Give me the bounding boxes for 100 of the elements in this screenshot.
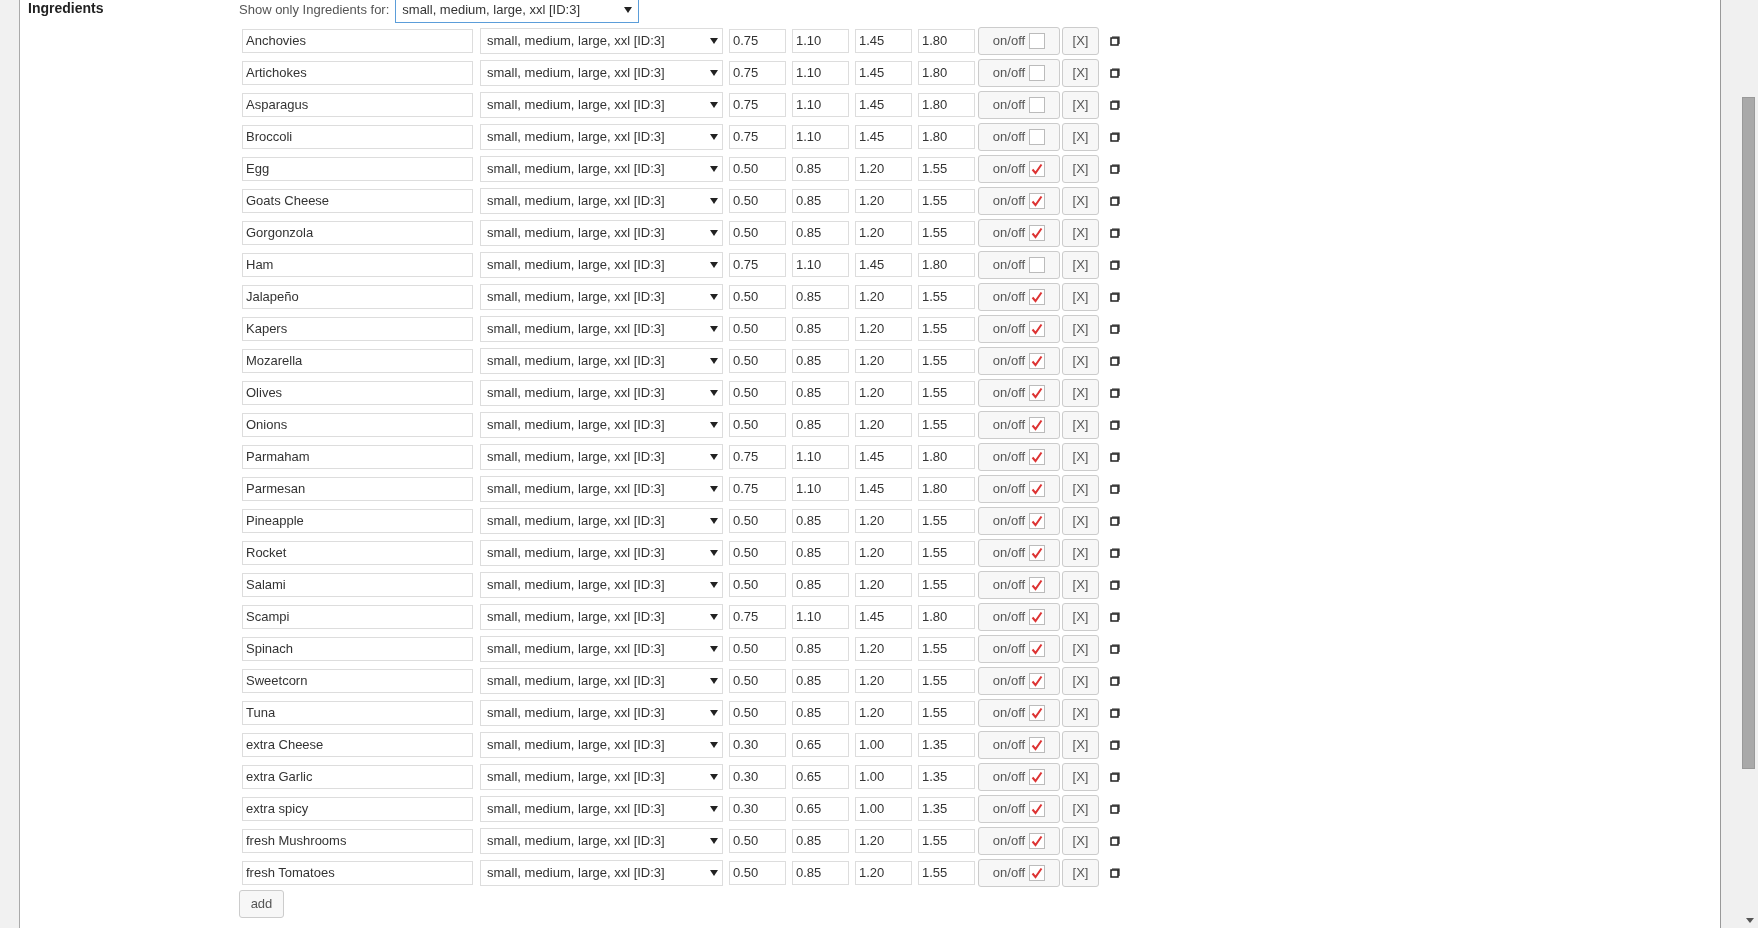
price-field[interactable]: 0.85 [792,221,849,245]
checkbox[interactable] [1029,545,1046,561]
size-select[interactable]: small, medium, large, xxl [ID:3] [480,316,723,342]
price-field[interactable]: 1.55 [918,541,975,565]
checkbox[interactable] [1029,193,1046,209]
checkbox[interactable] [1029,673,1046,689]
on-off-button[interactable]: on/off [978,859,1060,887]
price-field[interactable]: 1.35 [918,797,975,821]
price-field[interactable]: 0.75 [729,29,786,53]
copy-icon[interactable] [1110,292,1120,302]
price-field[interactable]: 1.10 [792,61,849,85]
size-select[interactable]: small, medium, large, xxl [ID:3] [480,604,723,630]
remove-button[interactable]: [X] [1062,27,1099,55]
price-field[interactable]: 1.10 [792,605,849,629]
price-field[interactable]: 1.20 [855,509,912,533]
price-field[interactable]: 0.85 [792,381,849,405]
copy-icon[interactable] [1110,228,1120,238]
on-off-button[interactable]: on/off [978,187,1060,215]
copy-icon[interactable] [1110,516,1120,526]
price-field[interactable]: 1.80 [918,93,975,117]
price-field[interactable]: 1.45 [855,29,912,53]
price-field[interactable]: 1.55 [918,413,975,437]
remove-button[interactable]: [X] [1062,123,1099,151]
checkbox[interactable] [1029,801,1046,817]
name-field[interactable]: Olives [242,381,473,405]
price-field[interactable]: 1.80 [918,445,975,469]
size-select[interactable]: small, medium, large, xxl [ID:3] [480,444,723,470]
copy-icon[interactable] [1110,452,1120,462]
price-field[interactable]: 0.30 [729,765,786,789]
add-button[interactable]: add [239,890,284,918]
size-select[interactable]: small, medium, large, xxl [ID:3] [480,572,723,598]
price-field[interactable]: 1.20 [855,349,912,373]
price-field[interactable]: 0.85 [792,413,849,437]
price-field[interactable]: 1.35 [918,765,975,789]
checkbox[interactable] [1029,97,1046,113]
size-select[interactable]: small, medium, large, xxl [ID:3] [480,636,723,662]
checkbox[interactable] [1029,129,1046,145]
size-select[interactable]: small, medium, large, xxl [ID:3] [480,188,723,214]
remove-button[interactable]: [X] [1062,507,1099,535]
name-field[interactable]: extra Garlic [242,765,473,789]
copy-icon[interactable] [1110,612,1120,622]
size-select[interactable]: small, medium, large, xxl [ID:3] [480,668,723,694]
price-field[interactable]: 1.55 [918,189,975,213]
checkbox[interactable] [1029,737,1046,753]
price-field[interactable]: 1.10 [792,477,849,501]
name-field[interactable]: Parmesan [242,477,473,501]
price-field[interactable]: 0.65 [792,733,849,757]
on-off-button[interactable]: on/off [978,731,1060,759]
size-select[interactable]: small, medium, large, xxl [ID:3] [480,60,723,86]
price-field[interactable]: 1.55 [918,573,975,597]
price-field[interactable]: 0.30 [729,733,786,757]
price-field[interactable]: 1.10 [792,125,849,149]
price-field[interactable]: 0.50 [729,573,786,597]
price-field[interactable]: 1.80 [918,61,975,85]
on-off-button[interactable]: on/off [978,91,1060,119]
on-off-button[interactable]: on/off [978,603,1060,631]
price-field[interactable]: 1.55 [918,381,975,405]
price-field[interactable]: 0.85 [792,669,849,693]
size-select[interactable]: small, medium, large, xxl [ID:3] [480,220,723,246]
copy-icon[interactable] [1110,580,1120,590]
price-field[interactable]: 1.10 [792,29,849,53]
price-field[interactable]: 1.80 [918,253,975,277]
copy-icon[interactable] [1110,644,1120,654]
on-off-button[interactable]: on/off [978,475,1060,503]
price-field[interactable]: 1.80 [918,605,975,629]
size-select[interactable]: small, medium, large, xxl [ID:3] [480,348,723,374]
price-field[interactable]: 0.85 [792,349,849,373]
copy-icon[interactable] [1110,548,1120,558]
price-field[interactable]: 1.80 [918,477,975,501]
copy-icon[interactable] [1110,868,1120,878]
size-select[interactable]: small, medium, large, xxl [ID:3] [480,860,723,886]
copy-icon[interactable] [1110,708,1120,718]
price-field[interactable]: 1.20 [855,541,912,565]
remove-button[interactable]: [X] [1062,859,1099,887]
remove-button[interactable]: [X] [1062,315,1099,343]
price-field[interactable]: 0.75 [729,605,786,629]
name-field[interactable]: Broccoli [242,125,473,149]
remove-button[interactable]: [X] [1062,379,1099,407]
copy-icon[interactable] [1110,676,1120,686]
name-field[interactable]: Egg [242,157,473,181]
on-off-button[interactable]: on/off [978,251,1060,279]
price-field[interactable]: 1.00 [855,765,912,789]
checkbox[interactable] [1029,65,1046,81]
copy-icon[interactable] [1110,740,1120,750]
size-select[interactable]: small, medium, large, xxl [ID:3] [480,412,723,438]
remove-button[interactable]: [X] [1062,443,1099,471]
name-field[interactable]: extra Cheese [242,733,473,757]
price-field[interactable]: 0.85 [792,637,849,661]
price-field[interactable]: 1.20 [855,413,912,437]
price-field[interactable]: 0.50 [729,189,786,213]
price-field[interactable]: 0.65 [792,765,849,789]
price-field[interactable]: 0.85 [792,509,849,533]
price-field[interactable]: 0.75 [729,253,786,277]
price-field[interactable]: 0.85 [792,317,849,341]
name-field[interactable]: Anchovies [242,29,473,53]
name-field[interactable]: extra spicy [242,797,473,821]
price-field[interactable]: 1.55 [918,349,975,373]
price-field[interactable]: 1.45 [855,445,912,469]
size-select[interactable]: small, medium, large, xxl [ID:3] [480,764,723,790]
price-field[interactable]: 0.75 [729,125,786,149]
